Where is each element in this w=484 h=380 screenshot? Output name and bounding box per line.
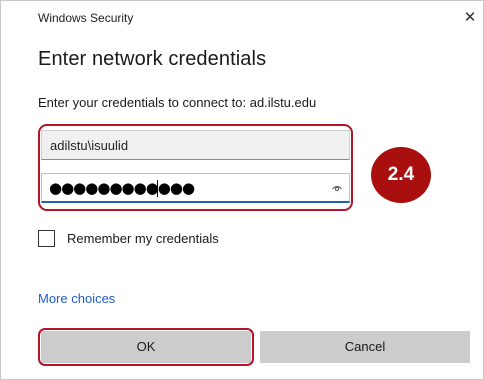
more-choices-link[interactable]: More choices [38,291,115,306]
dialog-heading: Enter network credentials [38,48,267,70]
cancel-button[interactable]: Cancel [260,331,470,363]
remember-label[interactable]: Remember my credentials [67,231,219,246]
annotation-highlight-ok [38,328,254,366]
close-icon[interactable]: ✕ [463,10,477,25]
annotation-highlight-fields [38,124,353,211]
window-title: Windows Security [38,11,134,25]
step-badge: 2.4 [371,147,431,203]
credentials-prompt: Enter your credentials to connect to: ad… [38,95,317,110]
remember-checkbox[interactable] [38,230,55,247]
credentials-dialog: Windows Security ✕ Enter network credent… [0,0,484,380]
